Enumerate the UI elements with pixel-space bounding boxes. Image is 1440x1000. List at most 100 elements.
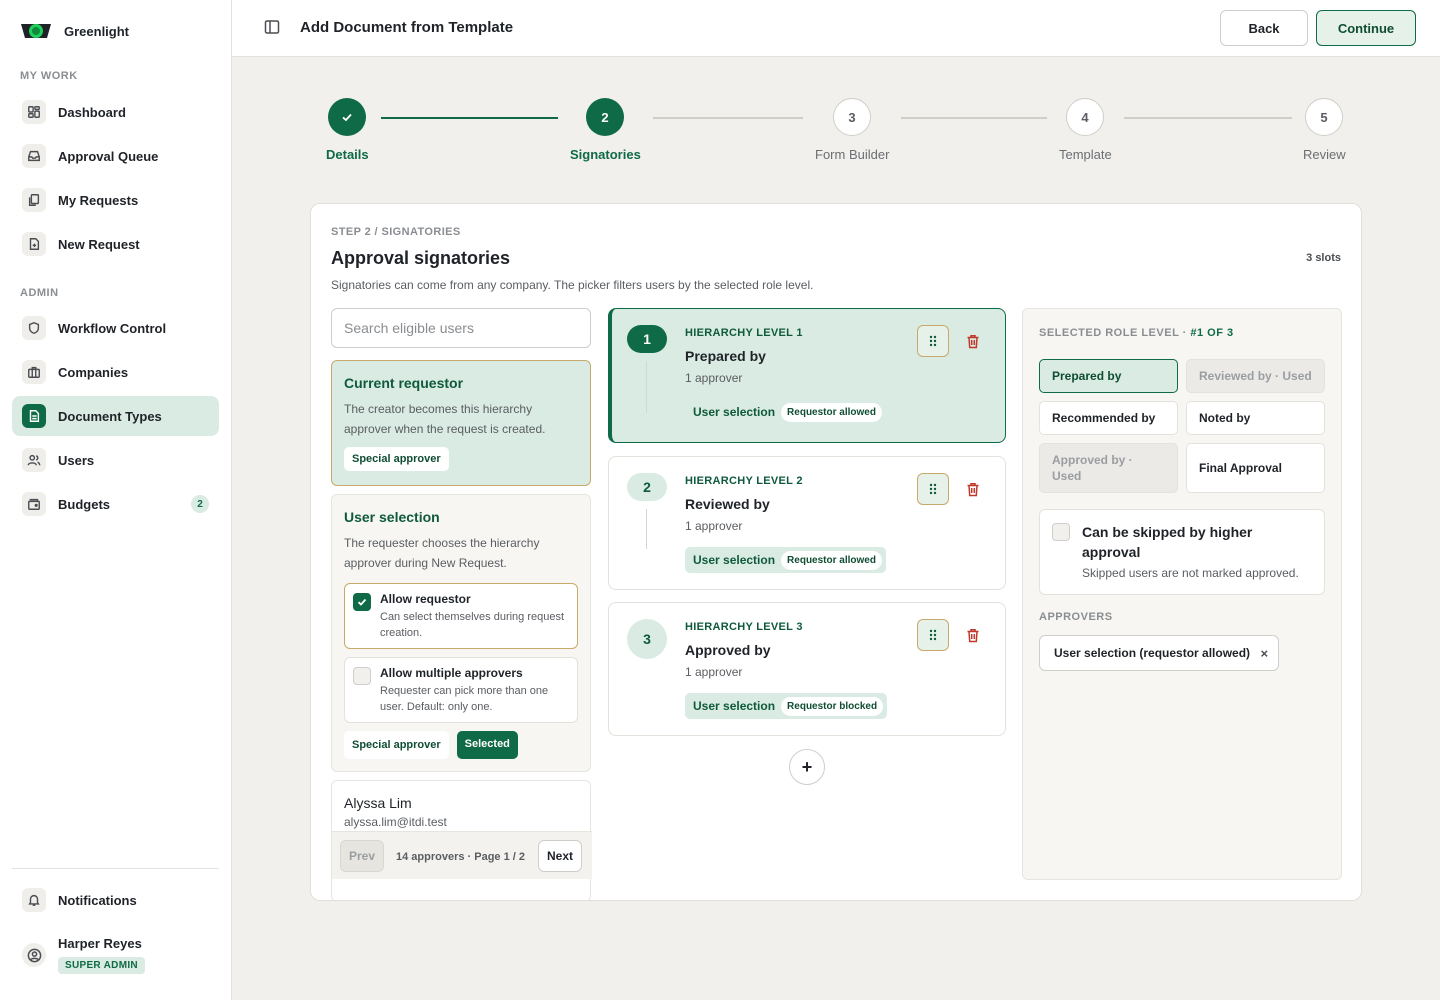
step-5-circle[interactable]: 5: [1305, 98, 1343, 136]
step-3-circle[interactable]: 3: [833, 98, 871, 136]
level-selection-tag: User selection Requestor blocked: [685, 693, 888, 719]
level-number-badge: 1: [627, 325, 667, 353]
step-4-circle[interactable]: 4: [1066, 98, 1104, 136]
step-2-circle[interactable]: 2: [586, 98, 624, 136]
allow-requestor-checkbox[interactable]: [353, 593, 371, 611]
tag-label: User selection: [693, 553, 776, 567]
inbox-icon: [22, 144, 46, 168]
user-role-badge: SUPER ADMIN: [58, 957, 145, 974]
sidebar-item-label: Companies: [58, 364, 129, 380]
budgets-count-badge: 2: [191, 495, 209, 513]
user-selection-title: User selection: [344, 509, 440, 525]
files-icon: [22, 188, 46, 212]
nav-section-admin: ADMIN: [20, 287, 59, 299]
list-item-user-name[interactable]: Alyssa Lim: [344, 795, 578, 811]
level-connector-line: [646, 509, 647, 549]
hierarchy-level-3-card[interactable]: 3 HIERARCHY LEVEL 3 Approved by 1 approv…: [608, 602, 1006, 736]
hierarchy-level-1-card[interactable]: 1 HIERARCHY LEVEL 1 Prepared by 1 approv…: [608, 308, 1006, 443]
pagination-info: 14 approvers · Page 1 / 2: [396, 851, 526, 863]
hierarchy-level-2-card[interactable]: 2 HIERARCHY LEVEL 2 Reviewed by 1 approv…: [608, 456, 1006, 590]
trash-icon[interactable]: [961, 329, 985, 353]
current-requestor-title: Current requestor: [344, 375, 464, 391]
skip-by-higher-approval-option[interactable]: Can be skipped by higher approval Skippe…: [1039, 509, 1325, 595]
sidebar-item-my-requests[interactable]: My Requests: [12, 180, 219, 220]
sidebar: Greenlight MY WORK Dashboard Approval Qu…: [0, 0, 232, 1000]
close-icon[interactable]: ×: [1260, 646, 1268, 661]
role-option-final-approval[interactable]: Final Approval: [1186, 443, 1325, 493]
sidebar-item-label: Approval Queue: [58, 148, 159, 164]
approver-chip[interactable]: User selection (requestor allowed) ×: [1039, 635, 1280, 671]
sidebar-item-label: Document Types: [58, 408, 162, 424]
current-requestor-description: The creator becomes this hierarchy appro…: [344, 402, 546, 436]
drag-handle-icon[interactable]: [917, 619, 949, 651]
sidebar-item-users[interactable]: Users: [12, 440, 219, 480]
back-button[interactable]: Back: [1220, 10, 1308, 46]
sidebar-item-new-request[interactable]: New Request: [12, 224, 219, 264]
current-requestor-card[interactable]: Current requestor The creator becomes th…: [331, 360, 591, 486]
dashboard-icon: [22, 100, 46, 124]
trash-icon[interactable]: [961, 623, 985, 647]
allow-requestor-option[interactable]: Allow requestor Can select themselves du…: [344, 583, 578, 649]
step-connector: [901, 117, 1047, 119]
sidebar-toggle-icon[interactable]: [264, 19, 280, 35]
role-level-panel: SELECTED ROLE LEVEL · #1 OF 3 Prepared b…: [1022, 308, 1342, 880]
brand[interactable]: Greenlight: [20, 20, 129, 42]
list-item-user-email: alyssa.lim@itdi.test: [344, 815, 447, 829]
sidebar-item-dashboard[interactable]: Dashboard: [12, 92, 219, 132]
role-option-approved-by[interactable]: Approved by · Used: [1039, 443, 1178, 493]
tag-label: User selection: [693, 699, 776, 713]
sidebar-item-budgets[interactable]: Budgets 2: [12, 484, 219, 524]
continue-button[interactable]: Continue: [1316, 10, 1416, 46]
page-title: Add Document from Template: [300, 19, 514, 36]
shield-icon: [22, 316, 46, 340]
role-option-recommended-by[interactable]: Recommended by: [1039, 401, 1178, 435]
drag-handle-icon[interactable]: [917, 473, 949, 505]
level-connector-line: [646, 361, 647, 413]
sidebar-item-approval-queue[interactable]: Approval Queue: [12, 136, 219, 176]
step-1-check-icon[interactable]: [328, 98, 366, 136]
level-selection-tag: User selection Requestor allowed: [685, 547, 886, 573]
prev-page-button[interactable]: Prev: [340, 840, 384, 872]
signatories-card: STEP 2 / SIGNATORIES Approval signatorie…: [310, 203, 1362, 901]
option-title: Allow requestor: [380, 592, 471, 606]
sidebar-item-label: Notifications: [58, 892, 137, 908]
pagination: Prev 14 approvers · Page 1 / 2 Next: [332, 831, 592, 879]
current-user[interactable]: Harper Reyes SUPER ADMIN: [22, 936, 145, 974]
skip-title: Can be skipped by higher approval: [1082, 524, 1253, 560]
step-4-label: Template: [1059, 147, 1112, 162]
sidebar-item-workflow-control[interactable]: Workflow Control: [12, 308, 219, 348]
option-description: Requester can pick more than one user. D…: [380, 685, 549, 713]
sidebar-item-companies[interactable]: Companies: [12, 352, 219, 392]
allow-multiple-approvers-option[interactable]: Allow multiple approvers Requester can p…: [344, 657, 578, 723]
trash-icon[interactable]: [961, 477, 985, 501]
drag-handle-icon[interactable]: [917, 325, 949, 357]
nav-section-my-work: MY WORK: [20, 70, 78, 82]
top-header: Add Document from Template Back Continue: [232, 0, 1440, 57]
step-3-label: Form Builder: [815, 147, 890, 162]
add-level-button[interactable]: +: [789, 749, 825, 785]
level-approver-count: 1 approver: [685, 519, 743, 533]
level-eyebrow: HIERARCHY LEVEL 1: [685, 327, 803, 339]
allow-multiple-approvers-checkbox[interactable]: [353, 667, 371, 685]
sidebar-item-document-types[interactable]: Document Types: [12, 396, 219, 436]
search-eligible-users-input[interactable]: [331, 308, 591, 348]
sidebar-item-label: Users: [58, 452, 95, 468]
level-title: Reviewed by: [685, 496, 770, 512]
role-option-noted-by[interactable]: Noted by: [1186, 401, 1325, 435]
eligible-users-list: Alyssa Lim alyssa.lim@itdi.test Prev 14 …: [331, 780, 592, 900]
approvers-label: APPROVERS: [1039, 611, 1113, 623]
file-plus-icon: [22, 232, 46, 256]
sidebar-item-label: New Request: [58, 236, 140, 252]
next-page-button[interactable]: Next: [538, 840, 582, 872]
user-selection-card[interactable]: User selection The requester chooses the…: [331, 494, 591, 772]
level-selection-tag: User selection Requestor allowed: [685, 399, 886, 425]
skip-checkbox[interactable]: [1052, 523, 1070, 541]
step-2-label: Signatories: [570, 147, 641, 162]
sidebar-item-notifications[interactable]: Notifications: [12, 880, 219, 920]
sidebar-item-label: Workflow Control: [58, 320, 167, 336]
step-1-label: Details: [326, 147, 369, 162]
role-option-reviewed-by[interactable]: Reviewed by · Used: [1186, 359, 1325, 393]
document-icon: [22, 404, 46, 428]
role-option-prepared-by[interactable]: Prepared by: [1039, 359, 1178, 393]
sidebar-item-label: Dashboard: [58, 104, 126, 120]
